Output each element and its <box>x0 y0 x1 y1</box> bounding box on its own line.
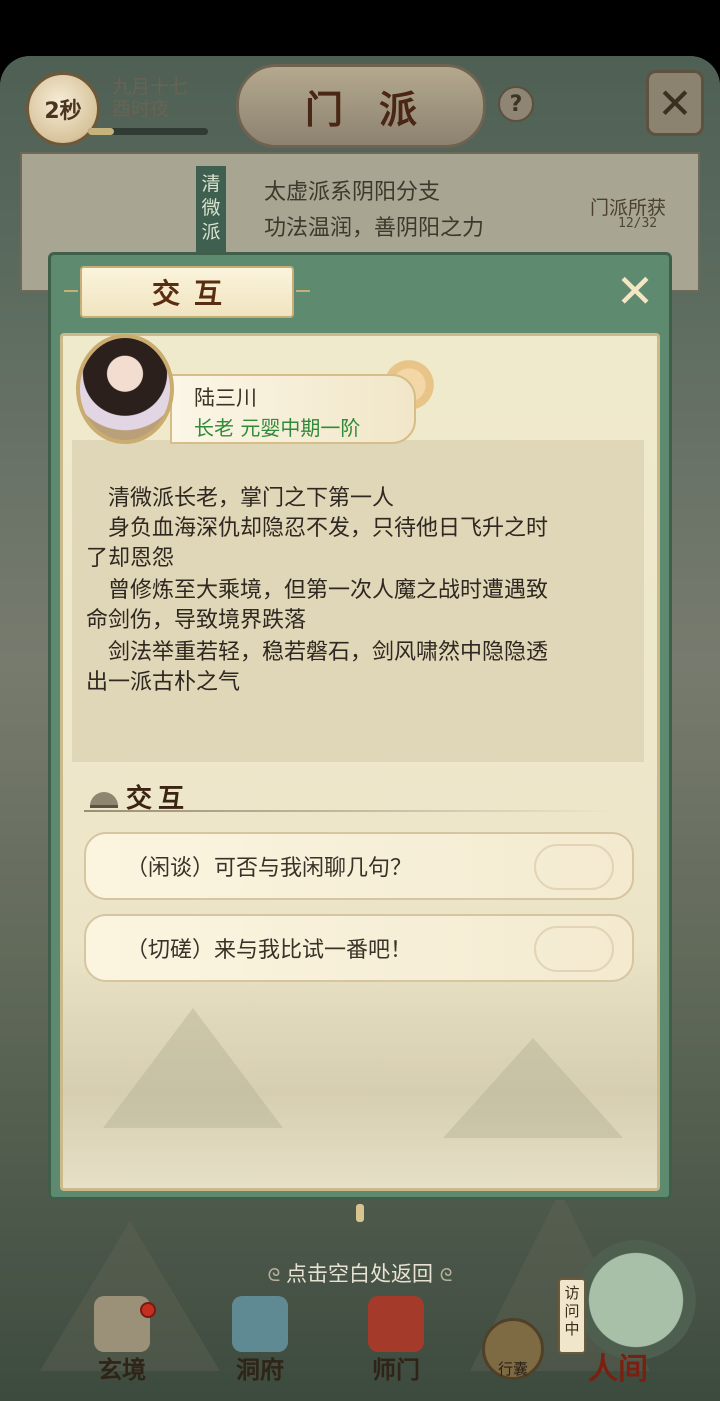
nav-label: 洞府 <box>236 1355 284 1384</box>
game-date: 九月十七 酉时夜 <box>112 76 188 120</box>
bag-label: 行囊 <box>497 1360 528 1378</box>
description-line: 曾修炼至大乘境，但第一次人魔之战时遭遇致 <box>108 578 549 603</box>
date-day: 九月十七 <box>112 76 189 98</box>
description-line: 清微派长老，掌门之下第一人 <box>108 486 395 511</box>
mountain-decoration <box>443 1038 623 1138</box>
swirl-icon: ᘓ <box>439 1265 453 1286</box>
cloud-ornament <box>534 844 614 890</box>
swirl-icon: ᘓ <box>267 1265 287 1286</box>
chat-option-button[interactable]: （闲谈）可否与我闲聊几句？ <box>84 832 634 900</box>
cloud-ornament <box>534 926 614 972</box>
dialog-close-button[interactable]: ✕ <box>610 266 660 316</box>
description-line: 身负血海深仇却隐忍不发，只待他日飞升之时 <box>108 516 549 541</box>
nav-xuanjing[interactable]: 玄境 <box>72 1296 172 1396</box>
sect-specialty: 功法温润，善阴阳之力 <box>264 216 485 241</box>
close-page-button[interactable]: ✕ <box>646 70 704 136</box>
option-label: （切磋）来与我比试一番吧！ <box>126 938 413 963</box>
sect-name-banner: 清微派 <box>196 166 226 256</box>
character-avatar <box>76 334 174 444</box>
world-label: 人间 <box>588 1352 648 1387</box>
help-button[interactable]: ? <box>498 86 534 122</box>
page-title: 门派 <box>236 64 486 148</box>
pavilion-icon <box>232 1296 288 1352</box>
nav-dongfu[interactable]: 洞府 <box>210 1296 310 1396</box>
visiting-tag: 访问中 <box>558 1278 586 1354</box>
world-map-button[interactable] <box>576 1240 696 1360</box>
dialog-bottom-ornament <box>356 1204 364 1222</box>
timer-badge: 2秒 <box>26 72 100 146</box>
time-progress-bar <box>88 128 208 135</box>
tab-ornament <box>64 290 78 292</box>
section-divider <box>84 810 616 812</box>
description-line: 剑法举重若轻，稳若磐石，剑风啸然中隐隐透 <box>108 640 549 665</box>
notification-dot <box>140 1302 156 1318</box>
mountain-decoration <box>103 1008 283 1128</box>
nav-label: 师门 <box>372 1355 420 1384</box>
tab-ornament <box>296 290 310 292</box>
sect-gain-count: 12/32 <box>618 216 658 231</box>
close-icon: ✕ <box>615 264 655 318</box>
character-rank: 长老 元婴中期一阶 <box>194 416 361 440</box>
time-progress-fill <box>88 128 115 135</box>
close-icon: ✕ <box>657 78 693 128</box>
description-line: 命剑伤，导致境界跌落 <box>86 608 307 633</box>
description-line: 了却恩怨 <box>86 546 175 571</box>
sect-banner-icon <box>368 1296 424 1352</box>
nav-shimen[interactable]: 师门 <box>346 1296 446 1396</box>
nav-label: 玄境 <box>98 1355 146 1384</box>
description-line: 出一派古朴之气 <box>86 670 241 695</box>
spar-option-button[interactable]: （切磋）来与我比试一番吧！ <box>84 914 634 982</box>
date-time: 酉时夜 <box>112 98 170 120</box>
back-hint-label: 点击空白处返回 <box>286 1262 434 1286</box>
sect-lineage: 太虚派系阴阳分支 <box>264 180 441 205</box>
option-label: （闲谈）可否与我闲聊几句？ <box>126 856 413 881</box>
dialog-title: 交互 <box>80 266 294 318</box>
character-name: 陆三川 <box>194 386 257 410</box>
